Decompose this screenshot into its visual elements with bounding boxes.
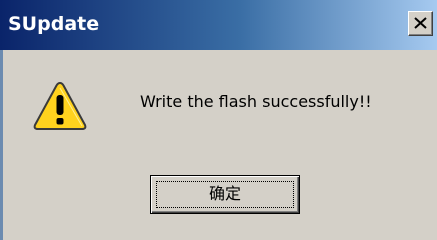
- dialog-title: SUpdate: [8, 13, 100, 35]
- message-dialog: SUpdate Write the flash successfully!! 确…: [0, 0, 437, 240]
- close-icon: [414, 17, 427, 29]
- warning-icon: [33, 82, 87, 130]
- window-edge: [0, 50, 3, 240]
- title-bar[interactable]: SUpdate: [0, 0, 437, 50]
- message-text: Write the flash successfully!!: [140, 92, 372, 111]
- close-button[interactable]: [408, 11, 433, 36]
- ok-button-label: 确定: [208, 184, 241, 203]
- ok-button[interactable]: 确定: [150, 175, 300, 214]
